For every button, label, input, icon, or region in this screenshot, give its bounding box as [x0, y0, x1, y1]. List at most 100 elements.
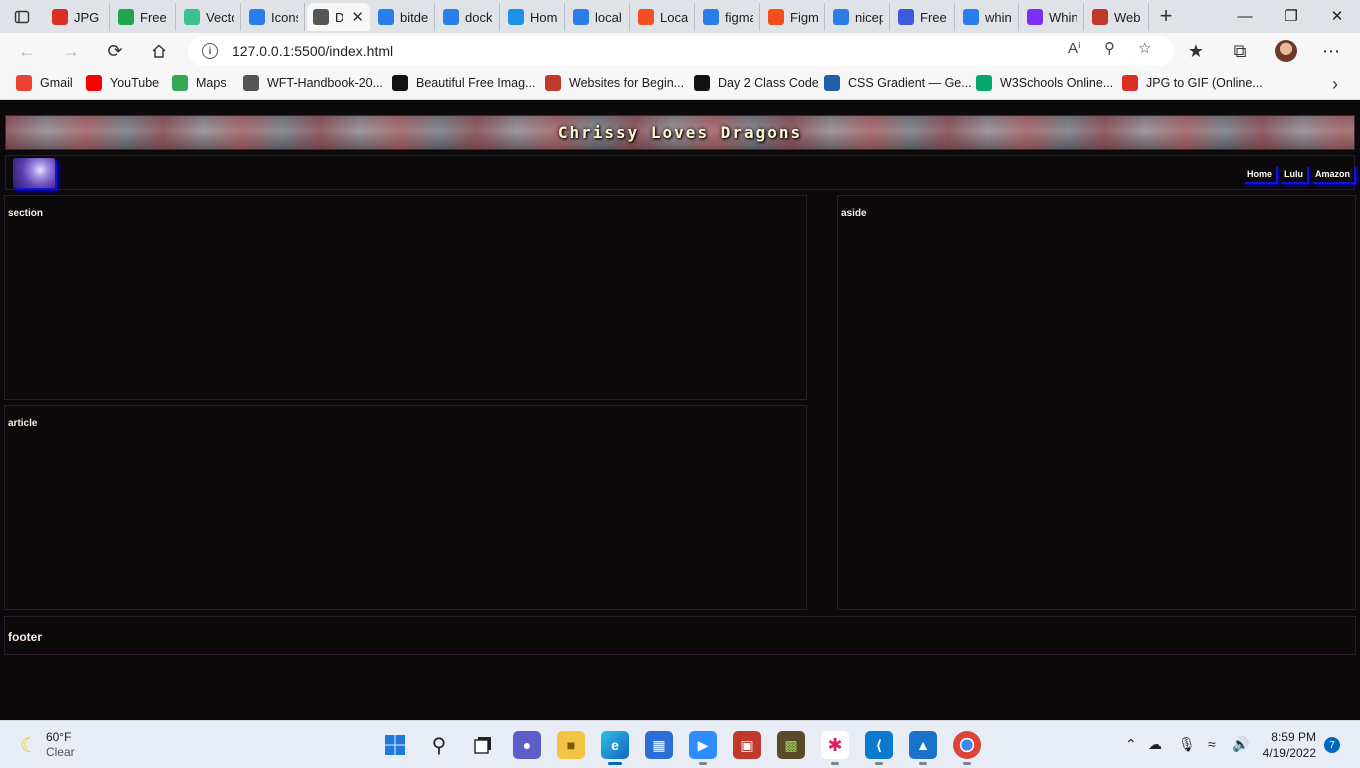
tab-title: local — [595, 9, 622, 25]
microsoft-store-icon[interactable]: ▦ — [645, 731, 673, 759]
aside-box: aside — [837, 195, 1356, 610]
bookmark-item[interactable]: Beautiful Free Imag... — [392, 75, 536, 91]
section-label: section — [8, 208, 44, 219]
browser-tab[interactable]: figma — [697, 3, 760, 31]
tab-title: Hom — [530, 9, 558, 25]
bookmark-item[interactable]: Maps — [172, 75, 227, 91]
browser-tab[interactable]: Free — [892, 3, 955, 31]
nav-link-lulu[interactable]: Lulu — [1279, 165, 1307, 182]
heart-icon — [249, 9, 265, 25]
photos-icon[interactable]: ▲ — [909, 731, 937, 765]
bookmark-item[interactable]: CSS Gradient — Ge... — [824, 75, 972, 91]
minimize-button[interactable]: — — [1222, 0, 1268, 32]
browser-tab[interactable]: whin — [957, 3, 1019, 31]
browser-toolbar: ← → ⟳ i 127.0.0.1:5500/index.html Aⁱ ⚲ ☆… — [0, 33, 1360, 69]
bookmark-item[interactable]: Gmail — [16, 75, 73, 91]
tab-title: figma — [725, 9, 753, 25]
back-icon[interactable]: ← — [12, 37, 42, 65]
edge-browser-icon[interactable]: e — [601, 731, 629, 765]
dragon-logo-image[interactable] — [13, 158, 55, 188]
tab-title: nicep — [855, 9, 883, 25]
zoom-app-icon[interactable]: ▶ — [689, 731, 717, 765]
tab-title: Free — [140, 9, 167, 25]
browser-tab[interactable]: Local — [632, 3, 695, 31]
close-tab-icon[interactable]: ✕ — [351, 8, 364, 26]
browser-tab[interactable]: bitde — [372, 3, 435, 31]
header-banner: Chrissy Loves Dragons — [5, 115, 1355, 150]
profile-avatar[interactable] — [1271, 37, 1301, 65]
site-info-icon[interactable]: i — [202, 43, 218, 59]
bookmark-item[interactable]: WFT-Handbook-20... — [243, 75, 383, 91]
read-aloud-icon[interactable]: Aⁱ — [1068, 39, 1081, 57]
chrome-icon[interactable] — [953, 731, 981, 765]
browser-tab[interactable]: Figm — [762, 3, 825, 31]
footer-label: footer — [8, 630, 42, 644]
bookmark-item[interactable]: Websites for Begin... — [545, 75, 684, 91]
file-explorer-icon[interactable]: ■ — [557, 731, 585, 759]
page-icon — [243, 75, 259, 91]
address-bar[interactable]: i 127.0.0.1:5500/index.html Aⁱ ⚲ ☆ — [188, 36, 1174, 66]
bookmark-item[interactable]: Day 2 Class Code — [694, 75, 819, 91]
show-hidden-icons-chevron-icon[interactable]: ⌃ — [1125, 736, 1137, 753]
teams-chat-icon[interactable]: ● — [513, 731, 541, 759]
close-window-button[interactable]: ✕ — [1314, 0, 1360, 32]
red-app-icon[interactable]: ▣ — [733, 731, 761, 759]
browser-tab[interactable]: D ✕ — [307, 3, 370, 31]
volume-icon[interactable]: 🔊 — [1232, 736, 1249, 753]
vectorizer-icon — [184, 9, 200, 25]
bing-icon — [703, 9, 719, 25]
add-favorite-icon[interactable]: ☆ — [1138, 39, 1151, 57]
site-nav: Home Lulu Amazon — [5, 155, 1355, 190]
browser-tab[interactable]: Whin — [1021, 3, 1084, 31]
browser-tab[interactable]: JPG t — [46, 3, 110, 31]
bookmarks-overflow-chevron-icon[interactable]: › — [1320, 70, 1350, 98]
minecraft-icon[interactable]: ▩ — [777, 731, 805, 759]
browser-tab[interactable]: Free — [112, 3, 176, 31]
weather-temperature: 60°F — [45, 730, 72, 744]
bookmark-item[interactable]: JPG to GIF (Online... — [1122, 75, 1263, 91]
start-button-icon[interactable] — [381, 731, 409, 759]
search-icon[interactable]: ⚲ — [425, 731, 453, 759]
favorites-icon[interactable]: ★ — [1181, 37, 1211, 65]
collections-icon[interactable]: ⧉ — [1225, 37, 1255, 65]
bookmark-item[interactable]: W3Schools Online... — [976, 75, 1113, 91]
microphone-icon[interactable]: 🎙 — [1178, 736, 1196, 753]
clock-time: 8:59 PM — [1271, 730, 1316, 744]
bing-icon — [378, 9, 394, 25]
onedrive-cloud-icon[interactable]: ☁ — [1148, 736, 1162, 753]
nav-link-home[interactable]: Home — [1242, 165, 1276, 182]
page-icon — [313, 9, 329, 25]
slack-icon[interactable]: ✱ — [821, 731, 849, 765]
vscode-icon[interactable]: ⟨ — [865, 731, 893, 765]
taskbar: ☾ 60°F Clear ⚲ ● ■ e ▦ ▶ ▣ ▩ ✱ ⟨ ▲ ⌃ ☁ 🎙… — [0, 720, 1360, 768]
browser-tab[interactable]: Icons — [243, 3, 305, 31]
tab-actions-button[interactable] — [4, 4, 40, 30]
task-view-icon[interactable] — [469, 731, 497, 759]
browser-tab[interactable]: nicep — [827, 3, 890, 31]
figma-icon — [768, 9, 784, 25]
zoom-icon[interactable]: ⚲ — [1104, 39, 1115, 57]
new-tab-button[interactable]: + — [1152, 3, 1180, 29]
browser-tab[interactable]: Hom — [502, 3, 565, 31]
forward-icon[interactable]: → — [56, 37, 86, 65]
bookmark-label: Day 2 Class Code — [718, 76, 819, 90]
browser-tab[interactable]: dock — [437, 3, 500, 31]
browser-tab[interactable]: Web — [1086, 3, 1149, 31]
microsoft-icon — [638, 9, 654, 25]
wifi-icon[interactable]: ≈ — [1208, 736, 1216, 752]
notification-badge[interactable]: 7 — [1324, 737, 1340, 753]
bookmarks-bar: Gmail YouTube Maps WFT-Handbook-20... Beauti… — [0, 69, 1360, 100]
browser-tab[interactable]: local — [567, 3, 630, 31]
settings-more-icon[interactable]: ⋯ — [1316, 37, 1346, 65]
gradient-icon — [824, 75, 840, 91]
home-icon[interactable] — [144, 37, 174, 65]
weather-widget[interactable]: ☾ 60°F Clear — [20, 730, 75, 760]
footer-box: footer — [4, 616, 1356, 655]
browser-tab[interactable]: Vecto — [178, 3, 241, 31]
nav-link-amazon[interactable]: Amazon — [1310, 165, 1354, 182]
restore-button[interactable]: ❐ — [1268, 0, 1314, 32]
section-box: section — [4, 195, 807, 400]
bookmark-item[interactable]: YouTube — [86, 75, 159, 91]
refresh-icon[interactable]: ⟳ — [100, 37, 130, 65]
clock[interactable]: 8:59 PM 4/19/2022 — [1260, 729, 1316, 761]
